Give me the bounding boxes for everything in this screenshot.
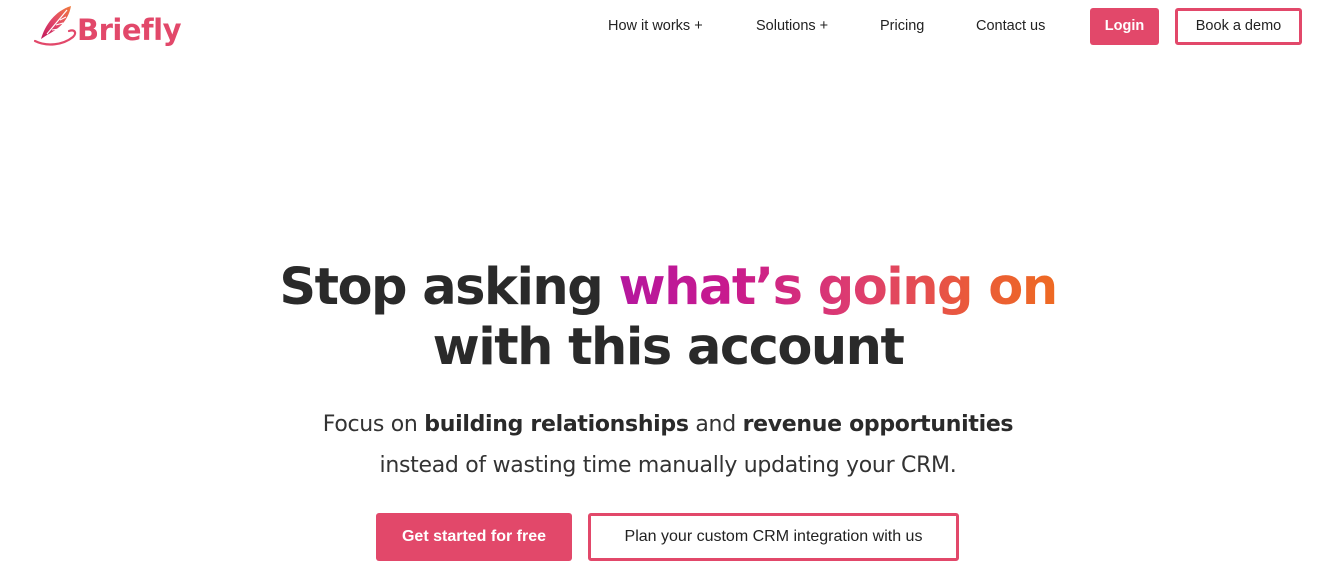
feather-icon	[33, 3, 77, 52]
hero-title: Stop asking what’s going on with this ac…	[0, 258, 1319, 378]
get-started-button[interactable]: Get started for free	[376, 513, 572, 561]
nav-pricing[interactable]: Pricing	[880, 8, 924, 45]
hero-subtitle: Focus on building relationships and reve…	[0, 404, 1319, 486]
hero-sub-text1: Focus on	[322, 412, 425, 437]
hero-sub-line2: instead of wasting time manually updatin…	[379, 453, 957, 478]
hero-sub-bold2: revenue opportunities	[742, 412, 1014, 437]
book-demo-button[interactable]: Book a demo	[1175, 8, 1302, 45]
plan-crm-integration-button[interactable]: Plan your custom CRM integration with us	[588, 513, 959, 561]
nav-solutions[interactable]: Solutions +	[756, 8, 828, 45]
brand-logo[interactable]: Briefly	[33, 4, 181, 50]
nav-how-it-works[interactable]: How it works +	[608, 8, 703, 45]
login-button[interactable]: Login	[1090, 8, 1159, 45]
hero-title-part2: with this account	[432, 318, 905, 377]
landing-page: Briefly How it works + Solutions + Prici…	[0, 0, 1319, 580]
brand-name: Briefly	[77, 12, 181, 47]
hero-title-part1: Stop asking	[279, 258, 619, 317]
hero-sub-bold1: building relationships	[424, 412, 689, 437]
hero-sub-text2: and	[688, 412, 743, 437]
nav-contact-us[interactable]: Contact us	[976, 8, 1045, 45]
hero-title-highlight: what’s going on	[618, 258, 1059, 317]
